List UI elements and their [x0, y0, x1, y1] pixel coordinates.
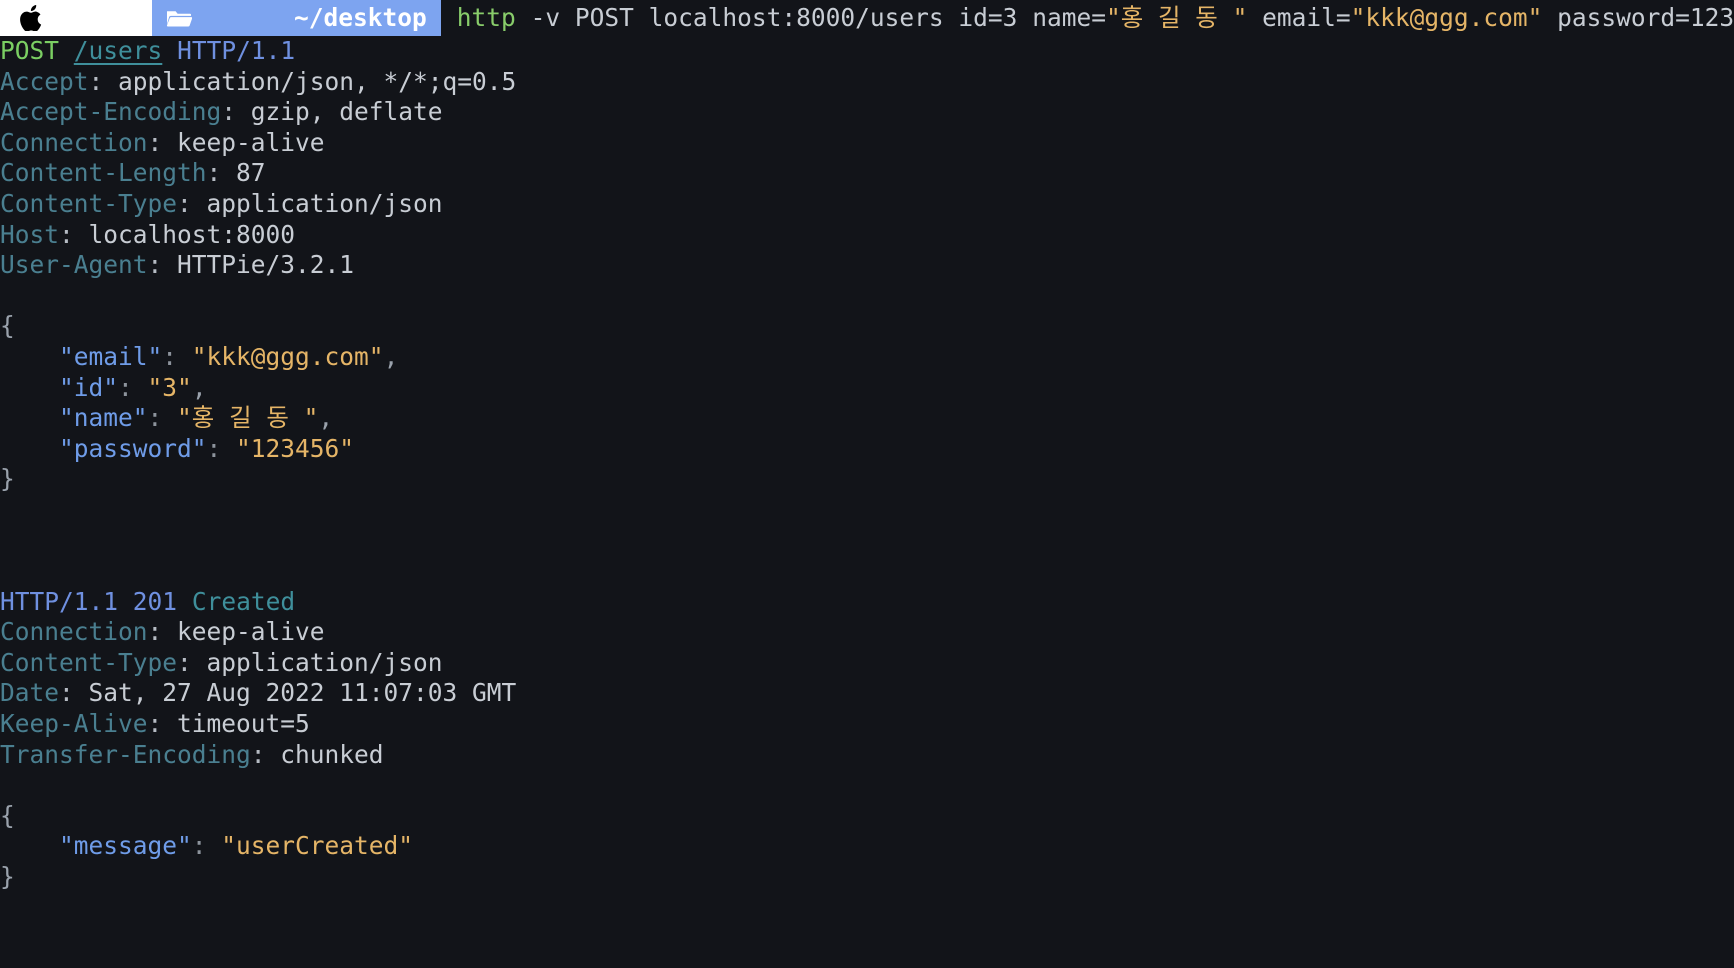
header-name: Connection	[0, 617, 148, 647]
json-key: "email"	[59, 341, 163, 371]
header-value: application/json	[206, 647, 443, 677]
command-input[interactable]: http -v POST localhost:8000/users id=3 n…	[441, 0, 1734, 36]
json-value: "홍 길 동 "	[177, 403, 319, 433]
header-value: chunked	[280, 739, 384, 769]
header-value: HTTPie/3.2.1	[177, 250, 355, 280]
response-body-open-brace: {	[0, 801, 1734, 832]
json-value: "kkk@ggg.com"	[191, 341, 384, 371]
request-header-row: Host: localhost:8000	[0, 219, 296, 249]
command-arg-name-key: name=	[1032, 3, 1106, 32]
header-name: Host	[0, 219, 60, 249]
json-key: "name"	[59, 403, 148, 433]
command-program: http	[456, 3, 516, 32]
header-name: Content-Type	[0, 647, 178, 677]
close-brace: }	[0, 862, 15, 892]
request-method: POST	[0, 36, 60, 65]
apple-logo-segment	[0, 0, 153, 36]
header-name: Content-Type	[0, 188, 178, 218]
json-comma: ,	[383, 341, 399, 371]
open-brace: {	[0, 800, 15, 830]
request-header-row: Content-Type: application/json	[0, 188, 443, 218]
path-segment: ~/desktop	[152, 0, 441, 36]
response-body-close-brace: }	[0, 862, 1734, 893]
request-protocol: HTTP/1.1	[177, 36, 296, 65]
command-arg-email-key: email=	[1262, 3, 1351, 32]
response-status-code: 201	[132, 586, 178, 616]
response-header-row: Keep-Alive: timeout=5	[0, 709, 310, 739]
response-header-row: Date: Sat, 27 Aug 2022 11:07:03 GMT	[0, 678, 517, 708]
json-key: "password"	[59, 433, 207, 463]
header-name: Keep-Alive	[0, 709, 148, 739]
response-header-row: Connection: keep-alive	[0, 617, 325, 647]
header-value: application/json, */*;q=0.5	[118, 66, 517, 96]
prompt-line[interactable]: ~/desktop http -v POST localhost:8000/us…	[0, 0, 1734, 36]
open-brace: {	[0, 311, 15, 341]
header-value: application/json	[206, 188, 443, 218]
request-path: /users	[73, 36, 163, 65]
request-header-row: Content-Length: 87	[0, 158, 266, 188]
response-body-entry: "message": "userCreated"	[59, 831, 414, 861]
header-value: localhost:8000	[88, 219, 296, 249]
header-name: User-Agent	[0, 250, 148, 280]
command-method: POST	[574, 3, 634, 32]
request-body-entry: "id": "3",	[59, 372, 207, 402]
header-name: Accept	[0, 66, 89, 96]
header-value: keep-alive	[177, 127, 325, 157]
request-body-entry: "email": "kkk@ggg.com",	[59, 341, 399, 371]
current-path-label: ~/desktop	[294, 3, 427, 32]
request-header-row: Connection: keep-alive	[0, 127, 325, 157]
command-flag: -v	[530, 3, 561, 32]
header-name: Content-Length	[0, 158, 207, 188]
command-arg-email-value: "kkk@ggg.com"	[1350, 3, 1543, 32]
json-key: "message"	[59, 831, 192, 861]
command-arg-id: id=3	[958, 3, 1018, 32]
terminal-window[interactable]: ~/desktop http -v POST localhost:8000/us…	[0, 0, 1734, 968]
json-value: "123456"	[236, 433, 355, 463]
response-status-reason: Created	[191, 586, 296, 616]
response-header-row: Content-Type: application/json	[0, 647, 443, 677]
header-value: 87	[236, 158, 266, 188]
command-target: localhost:8000/users	[648, 3, 944, 32]
json-comma: ,	[191, 372, 207, 402]
header-name: Connection	[0, 127, 148, 157]
command-arg-name-value: "홍 길 동 "	[1105, 3, 1248, 32]
response-header-row: Transfer-Encoding: chunked	[0, 739, 384, 769]
header-name: Accept-Encoding	[0, 97, 222, 127]
request-body-entry: "password": "123456"	[59, 433, 355, 463]
request-header-row: Accept-Encoding: gzip, deflate	[0, 97, 443, 127]
response-status-line: HTTP/1.1 201 Created	[0, 587, 1734, 618]
request-header-row: Accept: application/json, */*;q=0.5	[0, 66, 517, 96]
request-line: POST /users HTTP/1.1	[0, 36, 1734, 67]
header-value: gzip, deflate	[250, 97, 443, 127]
request-body-open-brace: {	[0, 311, 1734, 342]
json-comma: ,	[318, 403, 334, 433]
json-value: "3"	[147, 372, 192, 402]
response-protocol: HTTP/1.1	[0, 586, 119, 616]
json-value: "userCreated"	[221, 831, 414, 861]
header-name: Transfer-Encoding	[0, 739, 251, 769]
header-name: Date	[0, 678, 60, 708]
header-value: Sat, 27 Aug 2022 11:07:03 GMT	[88, 678, 517, 708]
request-body-entry: "name": "홍 길 동 ",	[59, 403, 334, 433]
header-value: timeout=5	[177, 709, 310, 739]
json-key: "id"	[59, 372, 119, 402]
command-arg-password: password=123456	[1557, 3, 1734, 32]
close-brace: }	[0, 464, 15, 494]
request-header-row: User-Agent: HTTPie/3.2.1	[0, 250, 355, 280]
header-value: keep-alive	[177, 617, 325, 647]
request-body-close-brace: }	[0, 464, 1734, 495]
